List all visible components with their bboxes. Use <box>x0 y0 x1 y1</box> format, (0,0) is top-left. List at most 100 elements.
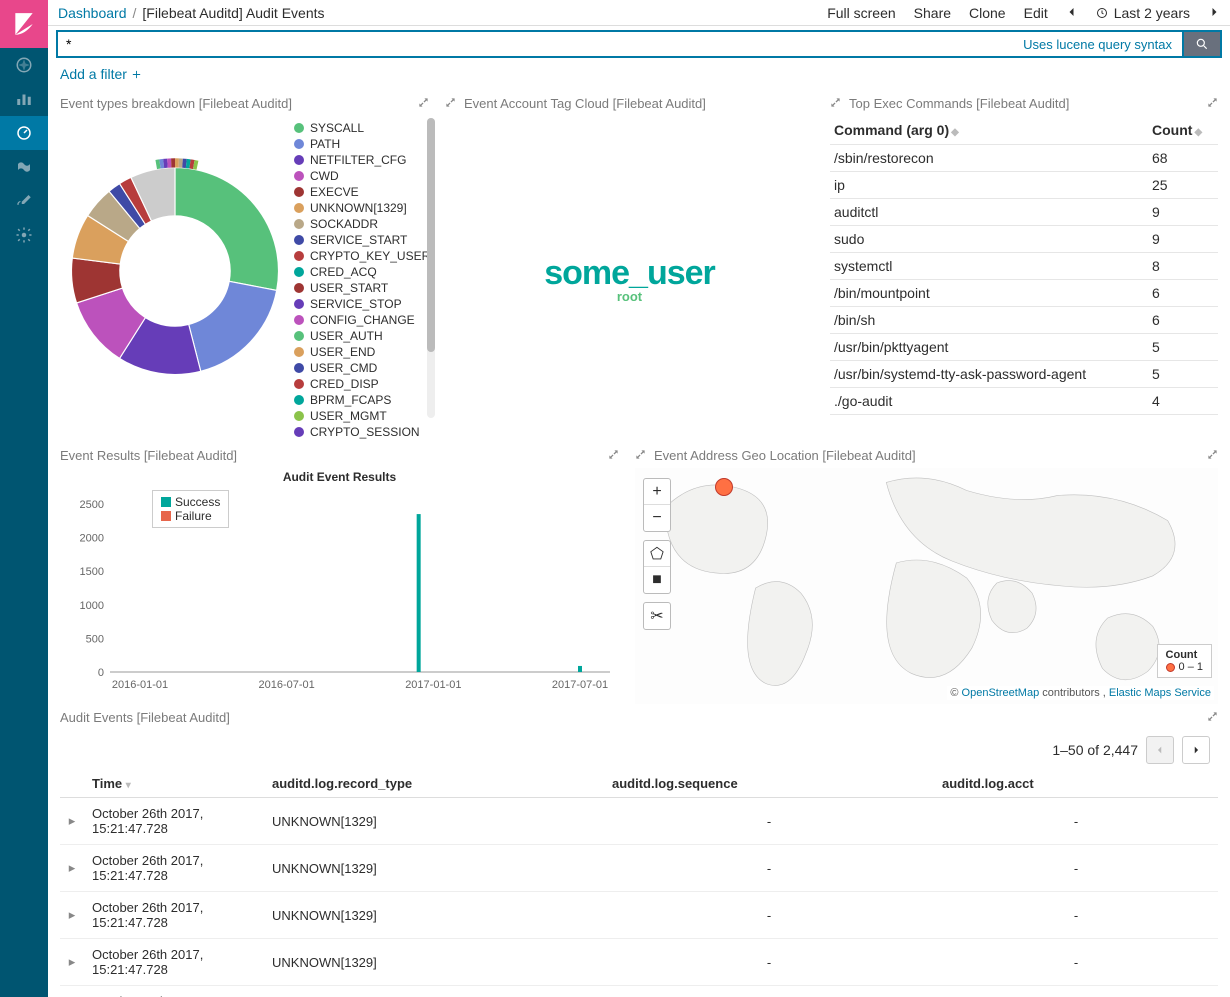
expand-row-icon[interactable]: ▸ <box>60 798 84 845</box>
legend-item[interactable]: UNKNOWN[1329] <box>294 200 429 216</box>
cell-command: /bin/sh <box>830 307 1148 334</box>
legend-dot <box>294 347 304 357</box>
legend-label: CRED_ACQ <box>310 265 377 279</box>
table-row[interactable]: ▸ October 26th 2017, 15:21:47.728 UNKNOW… <box>60 845 1218 892</box>
add-filter-link[interactable]: Add a filter <box>60 66 142 82</box>
table-row[interactable]: ip25 <box>830 172 1218 199</box>
legend-item[interactable]: CRYPTO_SESSION <box>294 424 429 440</box>
time-next[interactable] <box>1208 5 1220 21</box>
cell-type: UNKNOWN[1329] <box>264 892 604 939</box>
search-hint[interactable]: Uses lucene query syntax <box>1013 30 1182 58</box>
col-time[interactable]: Time ▾ <box>84 770 264 798</box>
legend-item[interactable]: BPRM_FCAPS <box>294 392 429 408</box>
legend-dot <box>294 139 304 149</box>
donut-chart[interactable] <box>60 156 290 386</box>
search-button[interactable] <box>1182 30 1222 58</box>
panel-title: Audit Events [Filebeat Auditd] <box>60 710 230 725</box>
legend-dot <box>294 315 304 325</box>
map-draw-rect[interactable]: ■ <box>644 567 670 593</box>
expand-row-icon[interactable]: ▸ <box>60 845 84 892</box>
map-fit[interactable]: ✂ <box>644 603 670 629</box>
table-row[interactable]: auditctl9 <box>830 199 1218 226</box>
table-row[interactable]: ./go-audit4 <box>830 388 1218 415</box>
table-row[interactable]: sudo9 <box>830 226 1218 253</box>
search-input[interactable] <box>56 30 1013 58</box>
table-row[interactable]: systemctl8 <box>830 253 1218 280</box>
expand-icon[interactable] <box>635 448 646 463</box>
legend-item[interactable]: SERVICE_START <box>294 232 429 248</box>
nav-timelion[interactable] <box>0 150 48 184</box>
legend-item[interactable]: NETFILTER_CFG <box>294 152 429 168</box>
map-marker[interactable] <box>715 478 733 496</box>
expand-icon[interactable] <box>1207 96 1218 111</box>
legend-item[interactable]: USER_MGMT <box>294 408 429 424</box>
expand-row-icon[interactable]: ▸ <box>60 986 84 997</box>
legend-label: SOCKADDR <box>310 217 378 231</box>
legend-item[interactable]: USER_START <box>294 280 429 296</box>
edit-link[interactable]: Edit <box>1024 5 1048 21</box>
legend-item[interactable]: PATH <box>294 136 429 152</box>
table-row[interactable]: /bin/mountpoint6 <box>830 280 1218 307</box>
legend-item[interactable]: CRED_DISP <box>294 376 429 392</box>
nav-visualize[interactable] <box>0 82 48 116</box>
table-row[interactable]: ▸ October 26th 2017, 15:21:47.728 UNKNOW… <box>60 939 1218 986</box>
legend-scrollbar[interactable] <box>427 118 435 418</box>
svg-text:0: 0 <box>98 667 104 679</box>
expand-icon[interactable] <box>418 96 429 111</box>
kibana-logo[interactable] <box>0 0 48 48</box>
legend-item[interactable]: USER_AUTH <box>294 328 429 344</box>
time-picker[interactable]: Last 2 years <box>1096 5 1190 21</box>
fullscreen-link[interactable]: Full screen <box>827 5 895 21</box>
legend-item[interactable]: CONFIG_CHANGE <box>294 312 429 328</box>
expand-icon[interactable] <box>1207 710 1218 725</box>
expand-row-icon[interactable]: ▸ <box>60 892 84 939</box>
table-row[interactable]: /usr/bin/pkttyagent5 <box>830 334 1218 361</box>
share-link[interactable]: Share <box>914 5 951 21</box>
legend-item[interactable]: CRYPTO_KEY_USER <box>294 248 429 264</box>
nav-dashboard[interactable] <box>0 116 48 150</box>
time-prev[interactable] <box>1066 5 1078 21</box>
map-draw-polygon[interactable]: ⬠ <box>644 541 670 567</box>
expand-row-icon[interactable]: ▸ <box>60 939 84 986</box>
tag-secondary[interactable]: root <box>617 289 642 304</box>
pager-next[interactable] <box>1182 736 1210 764</box>
table-row[interactable]: /bin/sh6 <box>830 307 1218 334</box>
col-acct[interactable]: auditd.log.acct <box>934 770 1218 798</box>
breadcrumb-root[interactable]: Dashboard <box>58 5 127 21</box>
table-row[interactable]: /usr/bin/systemd-tty-ask-password-agent5 <box>830 361 1218 388</box>
expand-icon[interactable] <box>1207 448 1218 463</box>
col-count[interactable]: Count◆ <box>1148 116 1218 145</box>
legend-item[interactable]: CRED_ACQ <box>294 264 429 280</box>
map-zoom-in[interactable]: + <box>644 479 670 505</box>
expand-icon[interactable] <box>830 96 841 111</box>
legend-item[interactable]: USER_END <box>294 344 429 360</box>
osm-link[interactable]: OpenStreetMap <box>962 687 1040 699</box>
legend-item[interactable]: SYSCALL <box>294 120 429 136</box>
ems-link[interactable]: Elastic Maps Service <box>1109 687 1211 699</box>
table-row[interactable]: ▸ October 26th 2017, 15:21:47.728 UNKNOW… <box>60 892 1218 939</box>
pager-prev[interactable] <box>1146 736 1174 764</box>
legend-item[interactable]: CWD <box>294 168 429 184</box>
legend-item[interactable]: EXECVE <box>294 184 429 200</box>
table-row[interactable]: /sbin/restorecon68 <box>830 145 1218 172</box>
legend-item[interactable]: USER_CMD <box>294 360 429 376</box>
search-icon <box>1195 37 1209 51</box>
tag-primary[interactable]: some_user <box>544 254 715 293</box>
legend-item[interactable]: SERVICE_STOP <box>294 296 429 312</box>
nav-discover[interactable] <box>0 48 48 82</box>
col-sequence[interactable]: auditd.log.sequence <box>604 770 934 798</box>
nav-management[interactable] <box>0 218 48 252</box>
table-row[interactable]: ▸ October 26th 2017, 15:21:47.728 UNKNOW… <box>60 798 1218 845</box>
clone-link[interactable]: Clone <box>969 5 1006 21</box>
nav-devtools[interactable] <box>0 184 48 218</box>
results-chart[interactable]: 050010001500200025002016-01-012016-07-01… <box>60 486 620 696</box>
legend-item[interactable]: SOCKADDR <box>294 216 429 232</box>
expand-icon[interactable] <box>608 448 619 463</box>
col-record-type[interactable]: auditd.log.record_type <box>264 770 604 798</box>
table-row[interactable]: ▸ October 26th 2017, 15:21:47.728 UNKNOW… <box>60 986 1218 997</box>
expand-icon[interactable] <box>445 96 456 111</box>
commands-table: Command (arg 0)◆ Count◆ /sbin/restorecon… <box>830 116 1218 415</box>
map-zoom-out[interactable]: − <box>644 505 670 531</box>
col-command[interactable]: Command (arg 0)◆ <box>830 116 1148 145</box>
geo-map[interactable]: + − ⬠ ■ ✂ <box>635 468 1218 704</box>
